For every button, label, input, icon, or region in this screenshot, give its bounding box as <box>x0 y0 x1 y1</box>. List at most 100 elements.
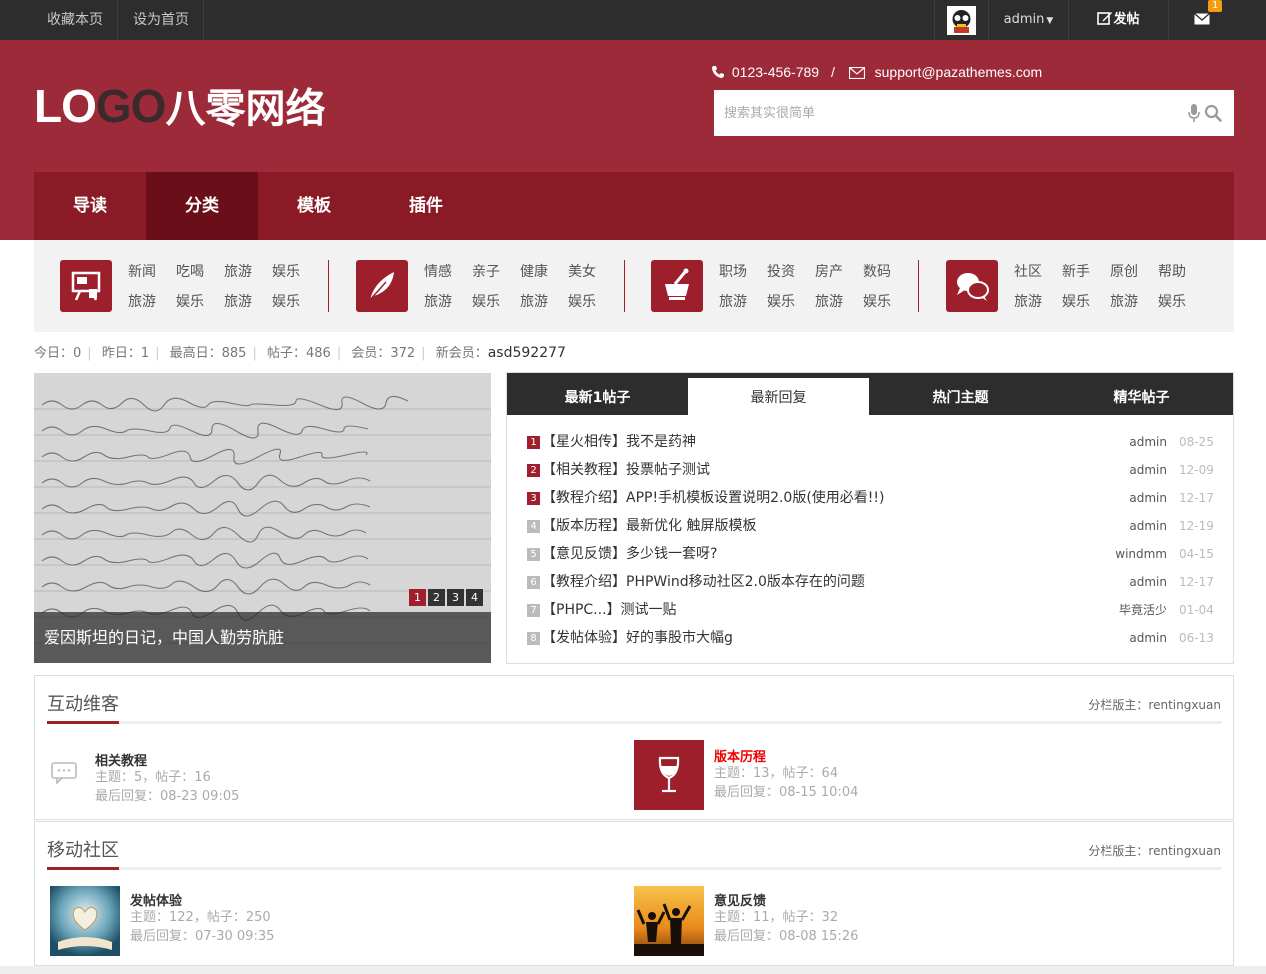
slider-page-2[interactable]: 2 <box>428 589 445 606</box>
mortar-icon[interactable] <box>651 260 703 312</box>
category-link[interactable]: 数码 <box>863 264 891 280</box>
category-link[interactable]: 娱乐 <box>1158 294 1186 310</box>
slider-page-3[interactable]: 3 <box>447 589 464 606</box>
slider-caption[interactable]: 爱因斯坦的日记，中国人勤劳肮脏 <box>34 612 491 663</box>
category-link[interactable]: 旅游 <box>1014 294 1042 310</box>
category-link[interactable]: 美女 <box>568 264 596 280</box>
thread-row[interactable]: 4 【版本历程】最新优化 触屏版模板 admin 12-19 <box>527 516 1217 536</box>
category-link[interactable]: 旅游 <box>424 294 452 310</box>
new-member-link[interactable]: asd592277 <box>488 345 566 361</box>
messages-button[interactable] <box>1168 0 1234 40</box>
thread-title[interactable]: 【教程介绍】PHPWind移动社区2.0版本存在的问题 <box>542 574 865 590</box>
logo[interactable]: LOGO八零网络 <box>34 83 325 131</box>
thread-title[interactable]: 【教程介绍】APP!手机模板设置说明2.0版(使用必看!!) <box>542 490 885 506</box>
thread-row[interactable]: 5 【意见反馈】多少钱一套呀? windmm 04-15 <box>527 544 1217 564</box>
category-link[interactable]: 旅游 <box>128 294 156 310</box>
forum-item[interactable]: 相关教程 主题：5，帖子：16 最后回复：08-23 09:05 <box>47 738 627 810</box>
nav-item-guide[interactable]: 导读 <box>34 172 146 240</box>
section-title[interactable]: 移动社区 <box>47 836 119 862</box>
thread-row[interactable]: 3 【教程介绍】APP!手机模板设置说明2.0版(使用必看!!) admin 12… <box>527 488 1217 508</box>
thread-title[interactable]: 【星火相传】我不是药神 <box>542 434 696 450</box>
wine-glass-icon[interactable] <box>634 740 704 810</box>
category-link[interactable]: 娱乐 <box>176 294 204 310</box>
forum-name[interactable]: 意见反馈 <box>714 890 766 909</box>
microphone-icon[interactable] <box>1188 104 1200 126</box>
tab-latest-threads[interactable]: 最新1帖子 <box>507 373 688 415</box>
forum-name[interactable]: 版本历程 <box>714 746 766 765</box>
category-link[interactable]: 投资 <box>767 264 795 280</box>
thread-author[interactable]: admin <box>1087 572 1167 592</box>
thread-author[interactable]: admin <box>1087 460 1167 480</box>
forum-name[interactable]: 相关教程 <box>95 750 147 769</box>
category-link[interactable]: 旅游 <box>719 294 747 310</box>
category-link[interactable]: 娱乐 <box>1062 294 1090 310</box>
user-menu[interactable]: admin ▼ <box>988 0 1068 40</box>
category-link[interactable]: 娱乐 <box>272 264 300 280</box>
category-link[interactable]: 房产 <box>815 264 843 280</box>
post-label[interactable]: 发帖 <box>1113 12 1139 27</box>
thread-author[interactable]: 毕竟活少 <box>1087 600 1167 620</box>
category-link[interactable]: 旅游 <box>224 294 252 310</box>
thread-title[interactable]: 【意见反馈】多少钱一套呀? <box>542 546 717 562</box>
category-link[interactable]: 新闻 <box>128 264 156 280</box>
category-link[interactable]: 娱乐 <box>272 294 300 310</box>
thread-row[interactable]: 2 【相关教程】投票帖子测试 admin 12-09 <box>527 460 1217 480</box>
category-link[interactable]: 帮助 <box>1158 264 1186 280</box>
thread-author[interactable]: admin <box>1087 516 1167 536</box>
category-link[interactable]: 娱乐 <box>863 294 891 310</box>
thread-author[interactable]: windmm <box>1087 544 1167 564</box>
thread-title[interactable]: 【发帖体验】好的事股市大幅g <box>542 630 733 646</box>
thread-title[interactable]: 【相关教程】投票帖子测试 <box>542 462 710 478</box>
category-link[interactable]: 娱乐 <box>767 294 795 310</box>
category-link[interactable]: 旅游 <box>520 294 548 310</box>
thread-title[interactable]: 【PHPC...】测试一贴 <box>542 602 677 618</box>
avatar[interactable] <box>947 6 976 35</box>
nav-item-plugin[interactable]: 插件 <box>370 172 482 240</box>
section-title[interactable]: 互动维客 <box>47 690 119 716</box>
feather-icon[interactable] <box>356 260 408 312</box>
support-email[interactable]: support@pazathemes.com <box>875 64 1043 80</box>
username[interactable]: admin <box>1004 12 1045 27</box>
bookmark-link[interactable]: 收藏本页 <box>33 0 118 40</box>
category-link[interactable]: 社区 <box>1014 264 1042 280</box>
category-link[interactable]: 娱乐 <box>568 294 596 310</box>
avatar-cell[interactable] <box>934 0 988 40</box>
thread-row[interactable]: 6 【教程介绍】PHPWind移动社区2.0版本存在的问题 admin 12-17 <box>527 572 1217 592</box>
thread-author[interactable]: admin <box>1087 432 1167 452</box>
category-link[interactable]: 健康 <box>520 264 548 280</box>
set-homepage-link[interactable]: 设为首页 <box>119 0 204 40</box>
nav-item-category[interactable]: 分类 <box>146 172 258 240</box>
category-link[interactable]: 娱乐 <box>472 294 500 310</box>
category-link[interactable]: 亲子 <box>472 264 500 280</box>
forum-name[interactable]: 发帖体验 <box>130 890 182 909</box>
sunset-crowd-thumbnail[interactable] <box>634 886 704 956</box>
slider-page-4[interactable]: 4 <box>466 589 483 606</box>
category-link[interactable]: 原创 <box>1110 264 1138 280</box>
board-icon[interactable] <box>60 260 112 312</box>
search-input[interactable] <box>714 90 1154 136</box>
book-heart-thumbnail[interactable] <box>50 886 120 956</box>
forum-item[interactable]: 意见反馈 主题：11，帖子：32 最后回复：08-08 15:26 <box>634 886 1224 958</box>
thread-author[interactable]: admin <box>1087 628 1167 648</box>
thread-row[interactable]: 7 【PHPC...】测试一贴 毕竟活少 01-04 <box>527 600 1217 620</box>
tab-hot-topics[interactable]: 热门主题 <box>870 373 1051 415</box>
thread-row[interactable]: 1 【星火相传】我不是药神 admin 08-25 <box>527 432 1217 452</box>
category-link[interactable]: 新手 <box>1062 264 1090 280</box>
category-link[interactable]: 旅游 <box>815 294 843 310</box>
category-link[interactable]: 旅游 <box>1110 294 1138 310</box>
chat-icon[interactable] <box>946 260 998 312</box>
thread-title[interactable]: 【版本历程】最新优化 触屏版模板 <box>542 518 756 534</box>
forum-item[interactable]: 发帖体验 主题：122，帖子：250 最后回复：07-30 09:35 <box>50 886 630 958</box>
search-icon[interactable] <box>1204 104 1222 126</box>
forum-item[interactable]: 版本历程 主题：13，帖子：64 最后回复：08-15 10:04 <box>634 740 1224 812</box>
post-button[interactable]: 发帖 <box>1068 0 1168 40</box>
nav-item-template[interactable]: 模板 <box>258 172 370 240</box>
category-link[interactable]: 旅游 <box>224 264 252 280</box>
image-slider[interactable]: 1 2 3 4 爱因斯坦的日记，中国人勤劳肮脏 <box>34 373 491 663</box>
category-link[interactable]: 情感 <box>424 264 452 280</box>
tab-latest-replies[interactable]: 最新回复 <box>688 378 869 415</box>
thread-row[interactable]: 8 【发帖体验】好的事股市大幅g admin 06-13 <box>527 628 1217 648</box>
slider-page-1[interactable]: 1 <box>409 589 426 606</box>
category-link[interactable]: 吃喝 <box>176 264 204 280</box>
category-link[interactable]: 职场 <box>719 264 747 280</box>
